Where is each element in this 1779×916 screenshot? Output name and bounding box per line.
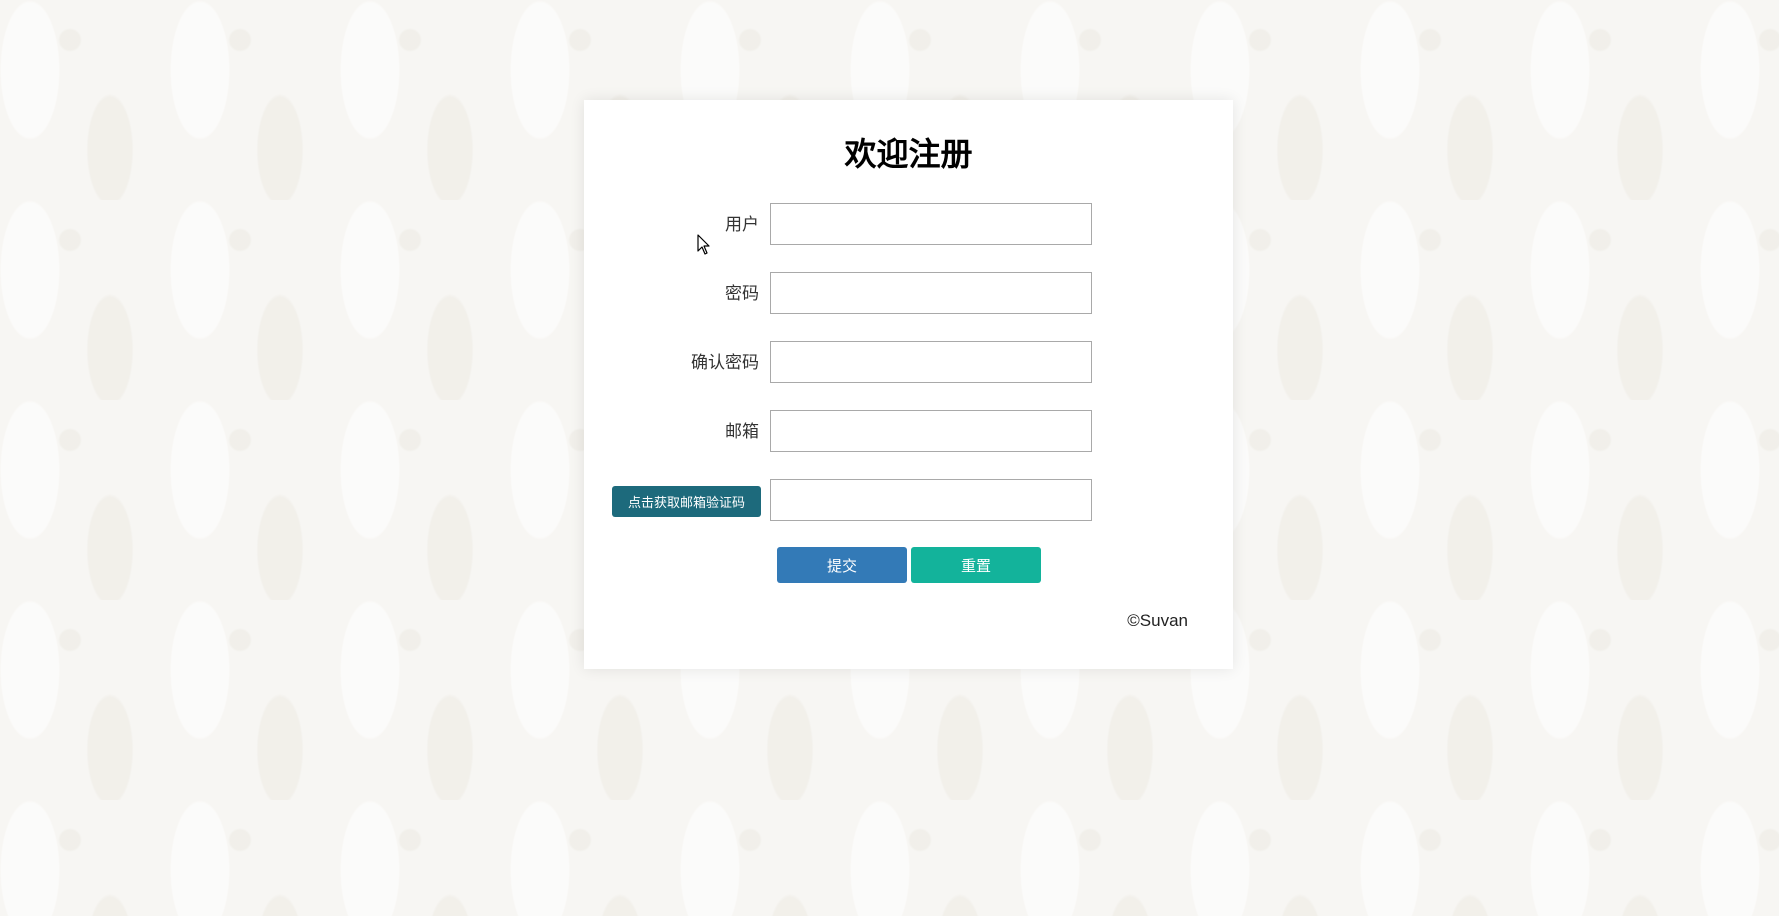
page-title: 欢迎注册 <box>844 135 973 173</box>
username-row: 用户 <box>584 203 1233 247</box>
reset-button[interactable]: 重置 <box>911 547 1041 583</box>
verification-row: 点击获取邮箱验证码 <box>584 479 1233 523</box>
email-label: 邮箱 <box>725 422 759 442</box>
confirm-password-input[interactable] <box>770 341 1092 383</box>
password-row: 密码 <box>584 272 1233 316</box>
password-input[interactable] <box>770 272 1092 314</box>
username-input[interactable] <box>770 203 1092 245</box>
confirm-password-label: 确认密码 <box>691 353 759 373</box>
username-label: 用户 <box>725 215 759 235</box>
mouse-cursor-icon <box>697 234 710 255</box>
email-row: 邮箱 <box>584 410 1233 454</box>
submit-button[interactable]: 提交 <box>777 547 907 583</box>
register-card: 欢迎注册 用户 密码 确认密码 邮箱 点击获取邮箱验证码 提交 重置 ©Suva… <box>584 100 1233 669</box>
verification-code-input[interactable] <box>770 479 1092 521</box>
password-label: 密码 <box>725 284 759 304</box>
email-input[interactable] <box>770 410 1092 452</box>
confirm-password-row: 确认密码 <box>584 341 1233 385</box>
copyright-text: ©Suvan <box>1127 611 1188 630</box>
get-email-code-button[interactable]: 点击获取邮箱验证码 <box>612 486 761 517</box>
